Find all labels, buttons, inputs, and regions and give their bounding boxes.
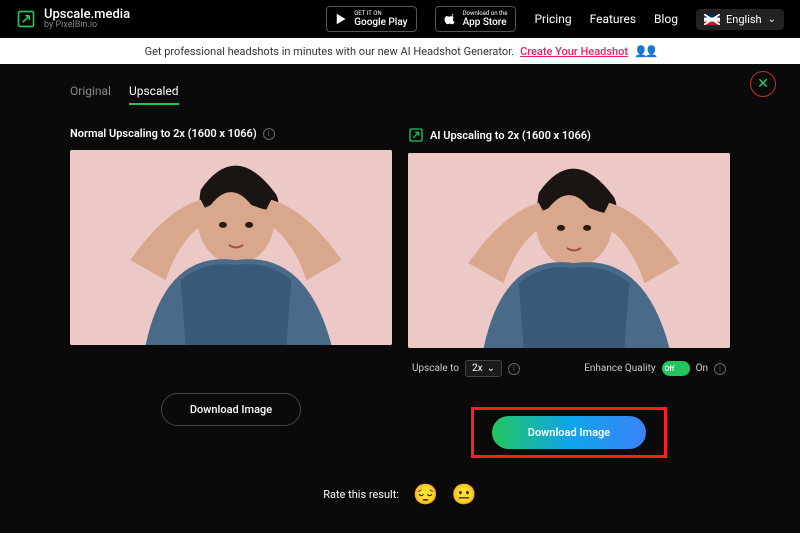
ai-title: AI Upscaling to 2x (1600 x 1066) [430,129,591,142]
google-play-icon [335,12,349,26]
chevron-down-icon: ⌄ [768,14,776,25]
google-play-badge[interactable]: GET IT ON Google Play [326,6,416,32]
brand-sub: by PixelBin.io [44,21,130,30]
chevron-down-icon: ⌄ [487,363,495,374]
banner-text: Get professional headshots in minutes wi… [145,45,514,58]
nav-features[interactable]: Features [590,12,636,26]
upscale-factor-select[interactable]: 2x ⌄ [465,360,502,377]
upscale-to-label: Upscale to [412,363,459,374]
header-right: GET IT ON Google Play Download on the Ap… [326,6,784,32]
info-icon[interactable]: i [714,363,726,375]
banner-link[interactable]: Create Your Headshot [520,45,628,58]
close-button[interactable]: ✕ [750,71,776,97]
main-content: Original Upscaled Normal Upscaling to 2x… [0,64,800,506]
rate-result: Rate this result: 😔 😐 [70,482,730,506]
download-ai-button[interactable]: Download Image [492,416,646,449]
info-icon[interactable]: i [508,363,520,375]
app-header: Upscale.media by PixelBin.io GET IT ON G… [0,0,800,38]
highlight-annotation: Download Image [471,407,667,458]
download-normal-button[interactable]: Download Image [161,393,301,426]
enhance-quality-label: Enhance Quality [584,363,655,374]
nav-blog[interactable]: Blog [654,12,678,26]
promo-banner: Get professional headshots in minutes wi… [0,38,800,64]
ai-upscale-icon [408,127,424,143]
uk-flag-icon [704,14,720,25]
upscale-controls: Upscale to 2x ⌄ i Enhance Quality Off On… [408,360,730,377]
rate-label: Rate this result: [323,488,399,501]
nav-pricing[interactable]: Pricing [534,12,571,26]
language-selector[interactable]: English ⌄ [696,9,784,30]
normal-upscale-panel: Normal Upscaling to 2x (1600 x 1066) i [70,127,392,458]
info-icon[interactable]: i [263,128,275,140]
compare-container: Normal Upscaling to 2x (1600 x 1066) i [70,127,730,458]
normal-image-preview [70,150,392,345]
ai-upscale-panel: AI Upscaling to 2x (1600 x 1066) [408,127,730,458]
apple-icon [444,12,458,26]
upscale-logo-icon [16,9,36,29]
enhance-quality-toggle[interactable]: Off [662,361,690,376]
normal-title: Normal Upscaling to 2x (1600 x 1066) [70,127,257,140]
tabs: Original Upscaled [70,84,730,105]
close-icon: ✕ [757,76,769,92]
tab-original[interactable]: Original [70,84,111,105]
rate-sad-emoji[interactable]: 😔 [413,482,438,506]
brand[interactable]: Upscale.media by PixelBin.io [16,8,130,30]
rate-neutral-emoji[interactable]: 😐 [452,482,477,506]
app-store-badge[interactable]: Download on the App Store [435,6,517,32]
people-icon: 👤👤 [634,45,655,58]
ai-image-preview [408,153,730,348]
tab-upscaled[interactable]: Upscaled [129,84,179,105]
